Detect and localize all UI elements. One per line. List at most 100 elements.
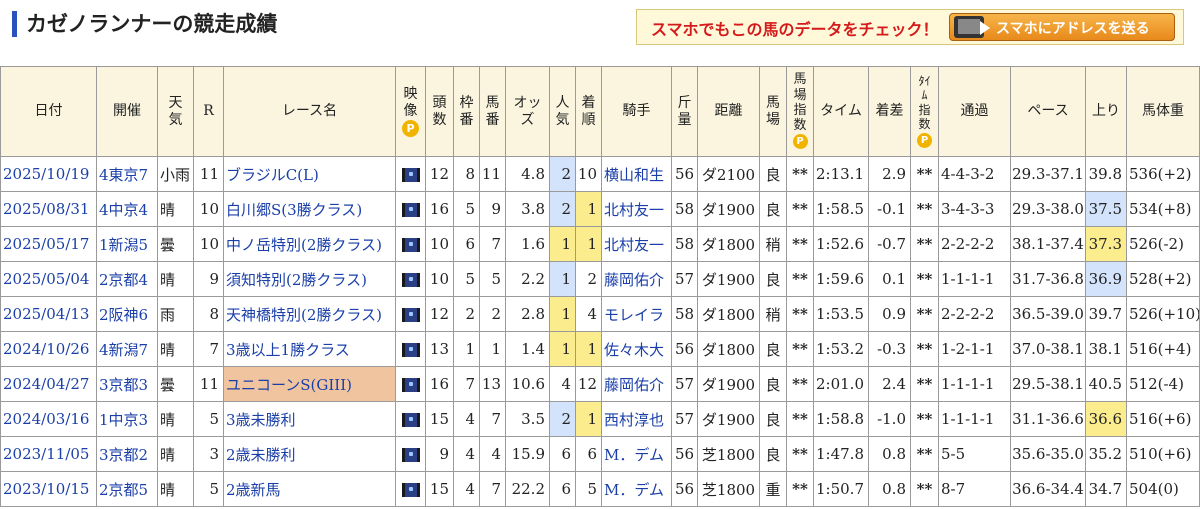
date-text[interactable]: 2024/03/16: [3, 410, 89, 428]
race-name-link[interactable]: 天神橋特別(2勝クラス): [223, 296, 396, 332]
header-odds[interactable]: オッズ: [505, 66, 550, 157]
header-margin[interactable]: 着差: [868, 66, 911, 157]
video-icon[interactable]: [401, 168, 420, 182]
video-button[interactable]: [395, 436, 426, 472]
time-index-cell[interactable]: **: [910, 191, 939, 227]
race-name-text[interactable]: ブラジルC(L): [226, 166, 319, 184]
venue-text[interactable]: 4東京7: [99, 166, 148, 184]
time-index-cell[interactable]: **: [910, 401, 939, 437]
race-name-text[interactable]: ユニコーンS(GIII): [226, 376, 352, 394]
header-track[interactable]: 馬場: [759, 66, 787, 157]
race-name-link[interactable]: 2歳新馬: [223, 471, 396, 507]
track-index-cell[interactable]: **: [786, 296, 814, 332]
venue-link[interactable]: 1新潟5: [96, 226, 158, 262]
video-icon[interactable]: [401, 238, 420, 252]
date-text[interactable]: 2024/10/26: [3, 340, 89, 358]
track-index-cell[interactable]: **: [786, 156, 814, 192]
header-horse-no[interactable]: 馬番: [479, 66, 506, 157]
date-text[interactable]: 2023/11/05: [3, 445, 89, 463]
race-name-text[interactable]: 須知特別(2勝クラス): [226, 271, 367, 289]
race-name-text[interactable]: 3歳以上1勝クラス: [226, 341, 350, 359]
video-icon[interactable]: [401, 448, 420, 462]
jockey-link[interactable]: 西村淳也: [601, 401, 672, 437]
date-text[interactable]: 2025/04/13: [3, 305, 89, 323]
jockey-link[interactable]: モレイラ: [601, 296, 672, 332]
jockey-text[interactable]: 横山和生: [604, 166, 664, 184]
race-name-text[interactable]: 3歳未勝利: [226, 411, 296, 429]
header-race-name[interactable]: レース名: [223, 66, 396, 157]
video-button[interactable]: [395, 156, 426, 192]
jockey-text[interactable]: 北村友一: [604, 236, 664, 254]
video-button[interactable]: [395, 331, 426, 367]
video-button[interactable]: [395, 296, 426, 332]
video-icon[interactable]: [401, 308, 420, 322]
venue-link[interactable]: 4中京4: [96, 191, 158, 227]
time-index-cell[interactable]: **: [910, 331, 939, 367]
header-popularity[interactable]: 人気: [549, 66, 576, 157]
race-name-text[interactable]: 中ノ岳特別(2勝クラス): [226, 236, 382, 254]
header-race-no[interactable]: R: [193, 66, 224, 157]
venue-text[interactable]: 4中京4: [99, 201, 148, 219]
track-index-cell[interactable]: **: [786, 436, 814, 472]
video-icon[interactable]: [401, 273, 420, 287]
venue-text[interactable]: 1中京3: [99, 411, 148, 429]
race-name-text[interactable]: 天神橋特別(2勝クラス): [226, 306, 382, 324]
header-date[interactable]: 日付: [0, 66, 97, 157]
venue-link[interactable]: 3京都2: [96, 436, 158, 472]
header-weather[interactable]: 天気: [157, 66, 194, 157]
video-button[interactable]: [395, 226, 426, 262]
video-icon[interactable]: [401, 203, 420, 217]
header-time[interactable]: タイム: [813, 66, 869, 157]
header-gate[interactable]: 枠番: [453, 66, 480, 157]
header-distance[interactable]: 距離: [697, 66, 760, 157]
date-text[interactable]: 2025/05/17: [3, 235, 89, 253]
date-link[interactable]: 2025/04/13: [0, 296, 97, 332]
time-index-cell[interactable]: **: [910, 261, 939, 297]
race-name-link[interactable]: 須知特別(2勝クラス): [223, 261, 396, 297]
track-index-cell[interactable]: **: [786, 191, 814, 227]
venue-link[interactable]: 4東京7: [96, 156, 158, 192]
jockey-link[interactable]: M．デム: [601, 436, 672, 472]
jockey-text[interactable]: 藤岡佑介: [604, 376, 664, 394]
track-index-cell[interactable]: **: [786, 401, 814, 437]
time-index-cell[interactable]: **: [910, 296, 939, 332]
header-venue[interactable]: 開催: [96, 66, 158, 157]
jockey-link[interactable]: 横山和生: [601, 156, 672, 192]
date-text[interactable]: 2025/10/19: [3, 165, 89, 183]
send-address-button[interactable]: スマホにアドレスを送る: [949, 13, 1175, 41]
track-index-cell[interactable]: **: [786, 226, 814, 262]
race-name-link[interactable]: 白川郷S(3勝クラス): [223, 191, 396, 227]
track-index-cell[interactable]: **: [786, 261, 814, 297]
header-jockey[interactable]: 騎手: [601, 66, 672, 157]
date-link[interactable]: 2025/05/04: [0, 261, 97, 297]
race-name-link[interactable]: 2歳未勝利: [223, 436, 396, 472]
jockey-link[interactable]: M．デム: [601, 471, 672, 507]
venue-link[interactable]: 4新潟7: [96, 331, 158, 367]
jockey-text[interactable]: 佐々木大: [604, 341, 664, 359]
video-button[interactable]: [395, 191, 426, 227]
date-link[interactable]: 2025/05/17: [0, 226, 97, 262]
date-link[interactable]: 2025/08/31: [0, 191, 97, 227]
jockey-text[interactable]: 北村友一: [604, 201, 664, 219]
time-index-cell[interactable]: **: [910, 471, 939, 507]
date-link[interactable]: 2024/03/16: [0, 401, 97, 437]
time-index-cell[interactable]: **: [910, 436, 939, 472]
venue-text[interactable]: 3京都2: [99, 446, 148, 464]
jockey-link[interactable]: 北村友一: [601, 191, 672, 227]
header-finish[interactable]: 着順: [575, 66, 602, 157]
race-name-text[interactable]: 2歳未勝利: [226, 446, 296, 464]
race-name-text[interactable]: 2歳新馬: [226, 481, 281, 499]
venue-link[interactable]: 2京都4: [96, 261, 158, 297]
video-icon[interactable]: [401, 413, 420, 427]
race-name-link[interactable]: 3歳以上1勝クラス: [223, 331, 396, 367]
video-icon[interactable]: [401, 483, 420, 497]
date-link[interactable]: 2025/10/19: [0, 156, 97, 192]
race-name-link[interactable]: 中ノ岳特別(2勝クラス): [223, 226, 396, 262]
header-field-size[interactable]: 頭数: [425, 66, 454, 157]
track-index-cell[interactable]: **: [786, 366, 814, 402]
date-text[interactable]: 2024/04/27: [3, 375, 89, 393]
race-name-text[interactable]: 白川郷S(3勝クラス): [226, 201, 362, 219]
video-button[interactable]: [395, 401, 426, 437]
venue-link[interactable]: 1中京3: [96, 401, 158, 437]
jockey-text[interactable]: M．デム: [604, 481, 664, 499]
